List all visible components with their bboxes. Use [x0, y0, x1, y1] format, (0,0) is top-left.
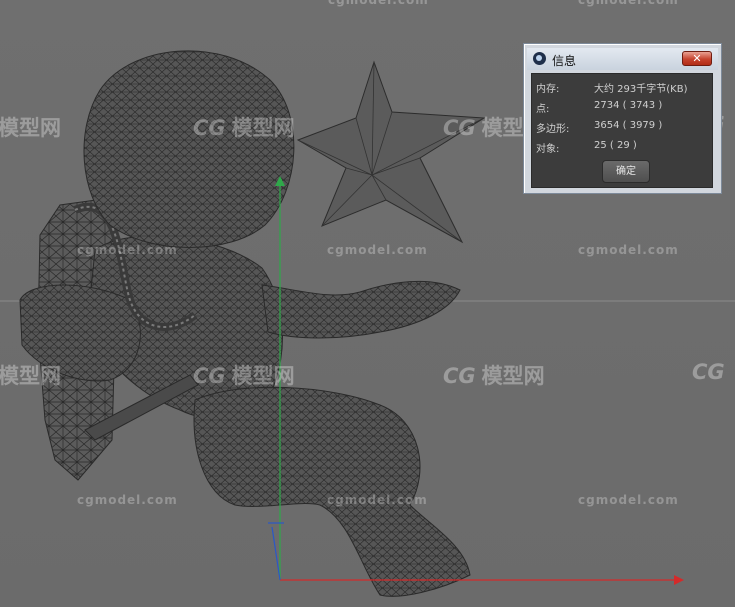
info-row-polygons: 多边形: 3654 ( 3979 ) [532, 116, 712, 136]
info-value: 2734 ( 3743 ) [594, 100, 663, 111]
ok-button[interactable]: 确定 [602, 160, 650, 183]
info-label: 多边形: [536, 124, 570, 135]
info-row-points: 点: 2734 ( 3743 ) [532, 96, 712, 116]
info-label: 点: [536, 104, 550, 115]
axis-z-line [271, 526, 281, 581]
info-label: 内存: [536, 84, 560, 95]
close-button[interactable]: ✕ [682, 51, 712, 66]
info-value: 25 ( 29 ) [594, 140, 637, 151]
dialog-body: 内存: 大约 293千字节(KB) 点: 2734 ( 3743 ) 多边形: … [531, 73, 713, 188]
info-value: 大约 293千字节(KB) [594, 84, 688, 95]
axis-x-arrow [674, 575, 684, 585]
astronaut-left-arm [19, 284, 141, 382]
astronaut-legs [193, 386, 471, 597]
info-dialog: 信息 ✕ 内存: 大约 293千字节(KB) 点: 2734 ( 3743 ) … [523, 43, 722, 194]
astronaut-helmet [83, 50, 295, 248]
cinema4d-logo-icon [533, 52, 546, 65]
star-object [296, 60, 486, 244]
info-row-memory: 内存: 大约 293千字节(KB) [532, 76, 712, 96]
info-label: 对象: [536, 144, 560, 155]
dialog-title: 信息 [552, 54, 577, 68]
dialog-titlebar[interactable]: 信息 ✕ [527, 48, 718, 70]
info-row-objects: 对象: 25 ( 29 ) [532, 136, 712, 156]
close-icon: ✕ [692, 52, 702, 65]
astronaut-right-arm [261, 280, 461, 339]
info-value: 3654 ( 3979 ) [594, 120, 663, 131]
